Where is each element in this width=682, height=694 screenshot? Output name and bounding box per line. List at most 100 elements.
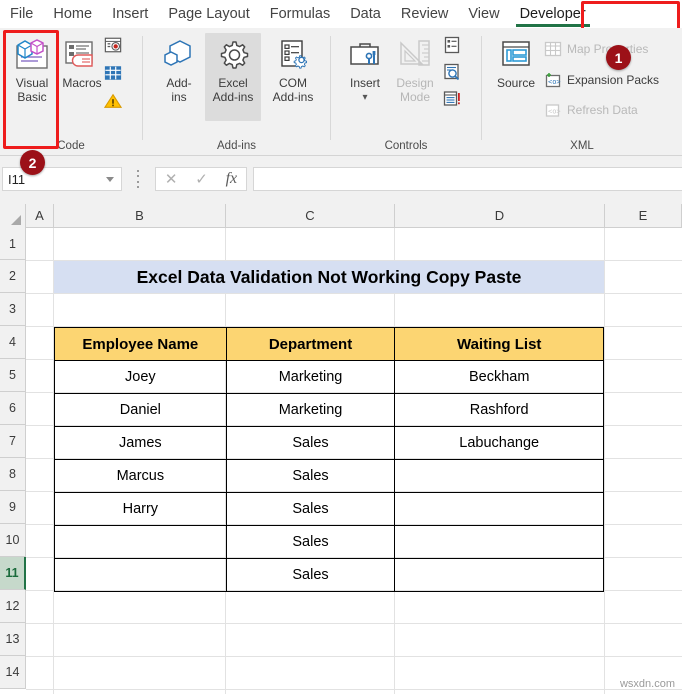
row-header-11[interactable]: 11 (0, 557, 26, 590)
properties-button[interactable] (443, 36, 461, 54)
cell-department[interactable]: Sales (226, 493, 395, 526)
cell-department[interactable]: Sales (226, 460, 395, 493)
cell-department[interactable]: Marketing (226, 394, 395, 427)
tab-home[interactable]: Home (43, 0, 102, 28)
cell-employee-name[interactable]: Daniel (55, 394, 227, 427)
cell-department[interactable]: Marketing (226, 361, 395, 394)
cell-department[interactable]: Sales (226, 526, 395, 559)
use-relative-references-button[interactable] (104, 64, 122, 82)
com-add-ins-label-top: COM (265, 77, 321, 91)
row-header-3[interactable]: 3 (0, 293, 26, 326)
insert-control-chevron-icon[interactable]: ▾ (337, 91, 393, 105)
visual-basic-icon (4, 33, 60, 77)
employee-data-table: Employee Name Department Waiting List Jo… (54, 327, 604, 592)
excel-add-ins-button[interactable]: Excel Add-ins (205, 33, 261, 121)
com-add-ins-button[interactable]: COM Add-ins (265, 33, 321, 104)
tab-page-layout[interactable]: Page Layout (158, 0, 259, 28)
macros-button[interactable]: Macros (54, 33, 110, 91)
row-header-6[interactable]: 6 (0, 392, 26, 425)
tab-developer[interactable]: Developer (510, 0, 596, 28)
refresh-data-button[interactable]: <o> Refresh Data (544, 101, 638, 119)
tab-developer-label: Developer (520, 6, 586, 22)
cell-waiting-list[interactable]: Rashford (395, 394, 604, 427)
record-macro-button[interactable] (104, 36, 122, 54)
ribbon-group-xml: Source Map Properties (482, 28, 682, 156)
cell-waiting-list[interactable]: Labuchange (395, 427, 604, 460)
name-box[interactable]: I11 (2, 167, 122, 191)
table-row[interactable]: Sales (55, 526, 604, 559)
add-ins-button[interactable]: Add- ins (151, 33, 207, 104)
run-dialog-icon (443, 90, 461, 108)
record-macro-icon (104, 36, 122, 54)
cell-employee-name[interactable] (55, 559, 227, 592)
formula-action-buttons: ✕ ✓ fx (155, 167, 247, 191)
cell-employee-name[interactable]: Harry (55, 493, 227, 526)
row-header-12[interactable]: 12 (0, 590, 26, 623)
cell-waiting-list[interactable]: Beckham (395, 361, 604, 394)
ribbon-group-controls: Insert ▾ Design M (331, 28, 481, 156)
insert-function-fx-icon[interactable]: fx (226, 170, 238, 188)
cell-waiting-list[interactable] (395, 460, 604, 493)
row-header-9[interactable]: 9 (0, 491, 26, 524)
ribbon-tab-bar: File Home Insert Page Layout Formulas Da… (0, 0, 682, 28)
view-code-button[interactable] (443, 63, 461, 81)
cell-employee-name[interactable]: Joey (55, 361, 227, 394)
cell-department[interactable]: Sales (226, 427, 395, 460)
formula-input[interactable] (253, 167, 682, 191)
tab-file[interactable]: File (0, 0, 43, 28)
tab-view[interactable]: View (458, 0, 509, 28)
row-header-10[interactable]: 10 (0, 524, 26, 557)
row-header-14[interactable]: 14 (0, 656, 26, 689)
cell-employee-name[interactable]: Marcus (55, 460, 227, 493)
tab-data[interactable]: Data (340, 0, 391, 28)
macro-security-button[interactable] (104, 92, 122, 110)
ribbon-group-code: Visual Basic (0, 28, 142, 156)
design-mode-icon (387, 33, 443, 77)
tab-insert[interactable]: Insert (102, 0, 158, 28)
tab-review[interactable]: Review (391, 0, 459, 28)
column-header-b[interactable]: B (54, 204, 226, 228)
table-row[interactable]: Joey Marketing Beckham (55, 361, 604, 394)
cancel-x-icon[interactable]: ✕ (165, 170, 178, 188)
table-row[interactable]: Harry Sales (55, 493, 604, 526)
row-header-4[interactable]: 4 (0, 326, 26, 359)
table-row[interactable]: James Sales Labuchange (55, 427, 604, 460)
cell-employee-name[interactable]: James (55, 427, 227, 460)
column-header-a[interactable]: A (26, 204, 54, 228)
cell-waiting-list[interactable] (395, 493, 604, 526)
row-header-13[interactable]: 13 (0, 623, 26, 656)
select-all-corner[interactable] (0, 204, 26, 228)
column-header-e[interactable]: E (605, 204, 682, 228)
table-row[interactable]: Daniel Marketing Rashford (55, 394, 604, 427)
table-row[interactable]: Sales (55, 559, 604, 592)
name-box-chevron-down-icon[interactable] (106, 177, 114, 182)
map-properties-button[interactable]: Map Properties (544, 40, 648, 58)
design-mode-button[interactable]: Design Mode (387, 33, 443, 104)
cell-waiting-list[interactable] (395, 559, 604, 592)
row-header-2[interactable]: 2 (0, 260, 26, 293)
table-row[interactable]: Marcus Sales (55, 460, 604, 493)
column-header-d[interactable]: D (395, 204, 605, 228)
row-header-7[interactable]: 7 (0, 425, 26, 458)
row-header-8[interactable]: 8 (0, 458, 26, 491)
refresh-data-icon: <o> (544, 101, 562, 119)
formula-bar-grip[interactable] (136, 170, 140, 188)
row-header-5[interactable]: 5 (0, 359, 26, 392)
run-dialog-button[interactable] (443, 90, 461, 108)
visual-basic-button[interactable]: Visual Basic (4, 33, 60, 104)
enter-check-icon[interactable]: ✓ (195, 170, 208, 188)
annotation-badge-1: 1 (606, 45, 631, 70)
row-header-1[interactable]: 1 (0, 228, 26, 260)
cell-department[interactable]: Sales (226, 559, 395, 592)
cell-waiting-list[interactable] (395, 526, 604, 559)
excel-window: File Home Insert Page Layout Formulas Da… (0, 0, 682, 694)
expansion-packs-button[interactable]: <o> Expansion Packs (544, 71, 659, 89)
excel-add-ins-label-bottom: Add-ins (205, 91, 261, 105)
xml-source-button[interactable]: Source (488, 33, 544, 91)
cell-employee-name[interactable] (55, 526, 227, 559)
insert-control-button[interactable]: Insert ▾ (337, 33, 393, 104)
xml-source-icon (488, 33, 544, 77)
tab-formulas[interactable]: Formulas (260, 0, 340, 28)
ribbon-body: Visual Basic (0, 28, 682, 156)
column-header-c[interactable]: C (226, 204, 395, 228)
